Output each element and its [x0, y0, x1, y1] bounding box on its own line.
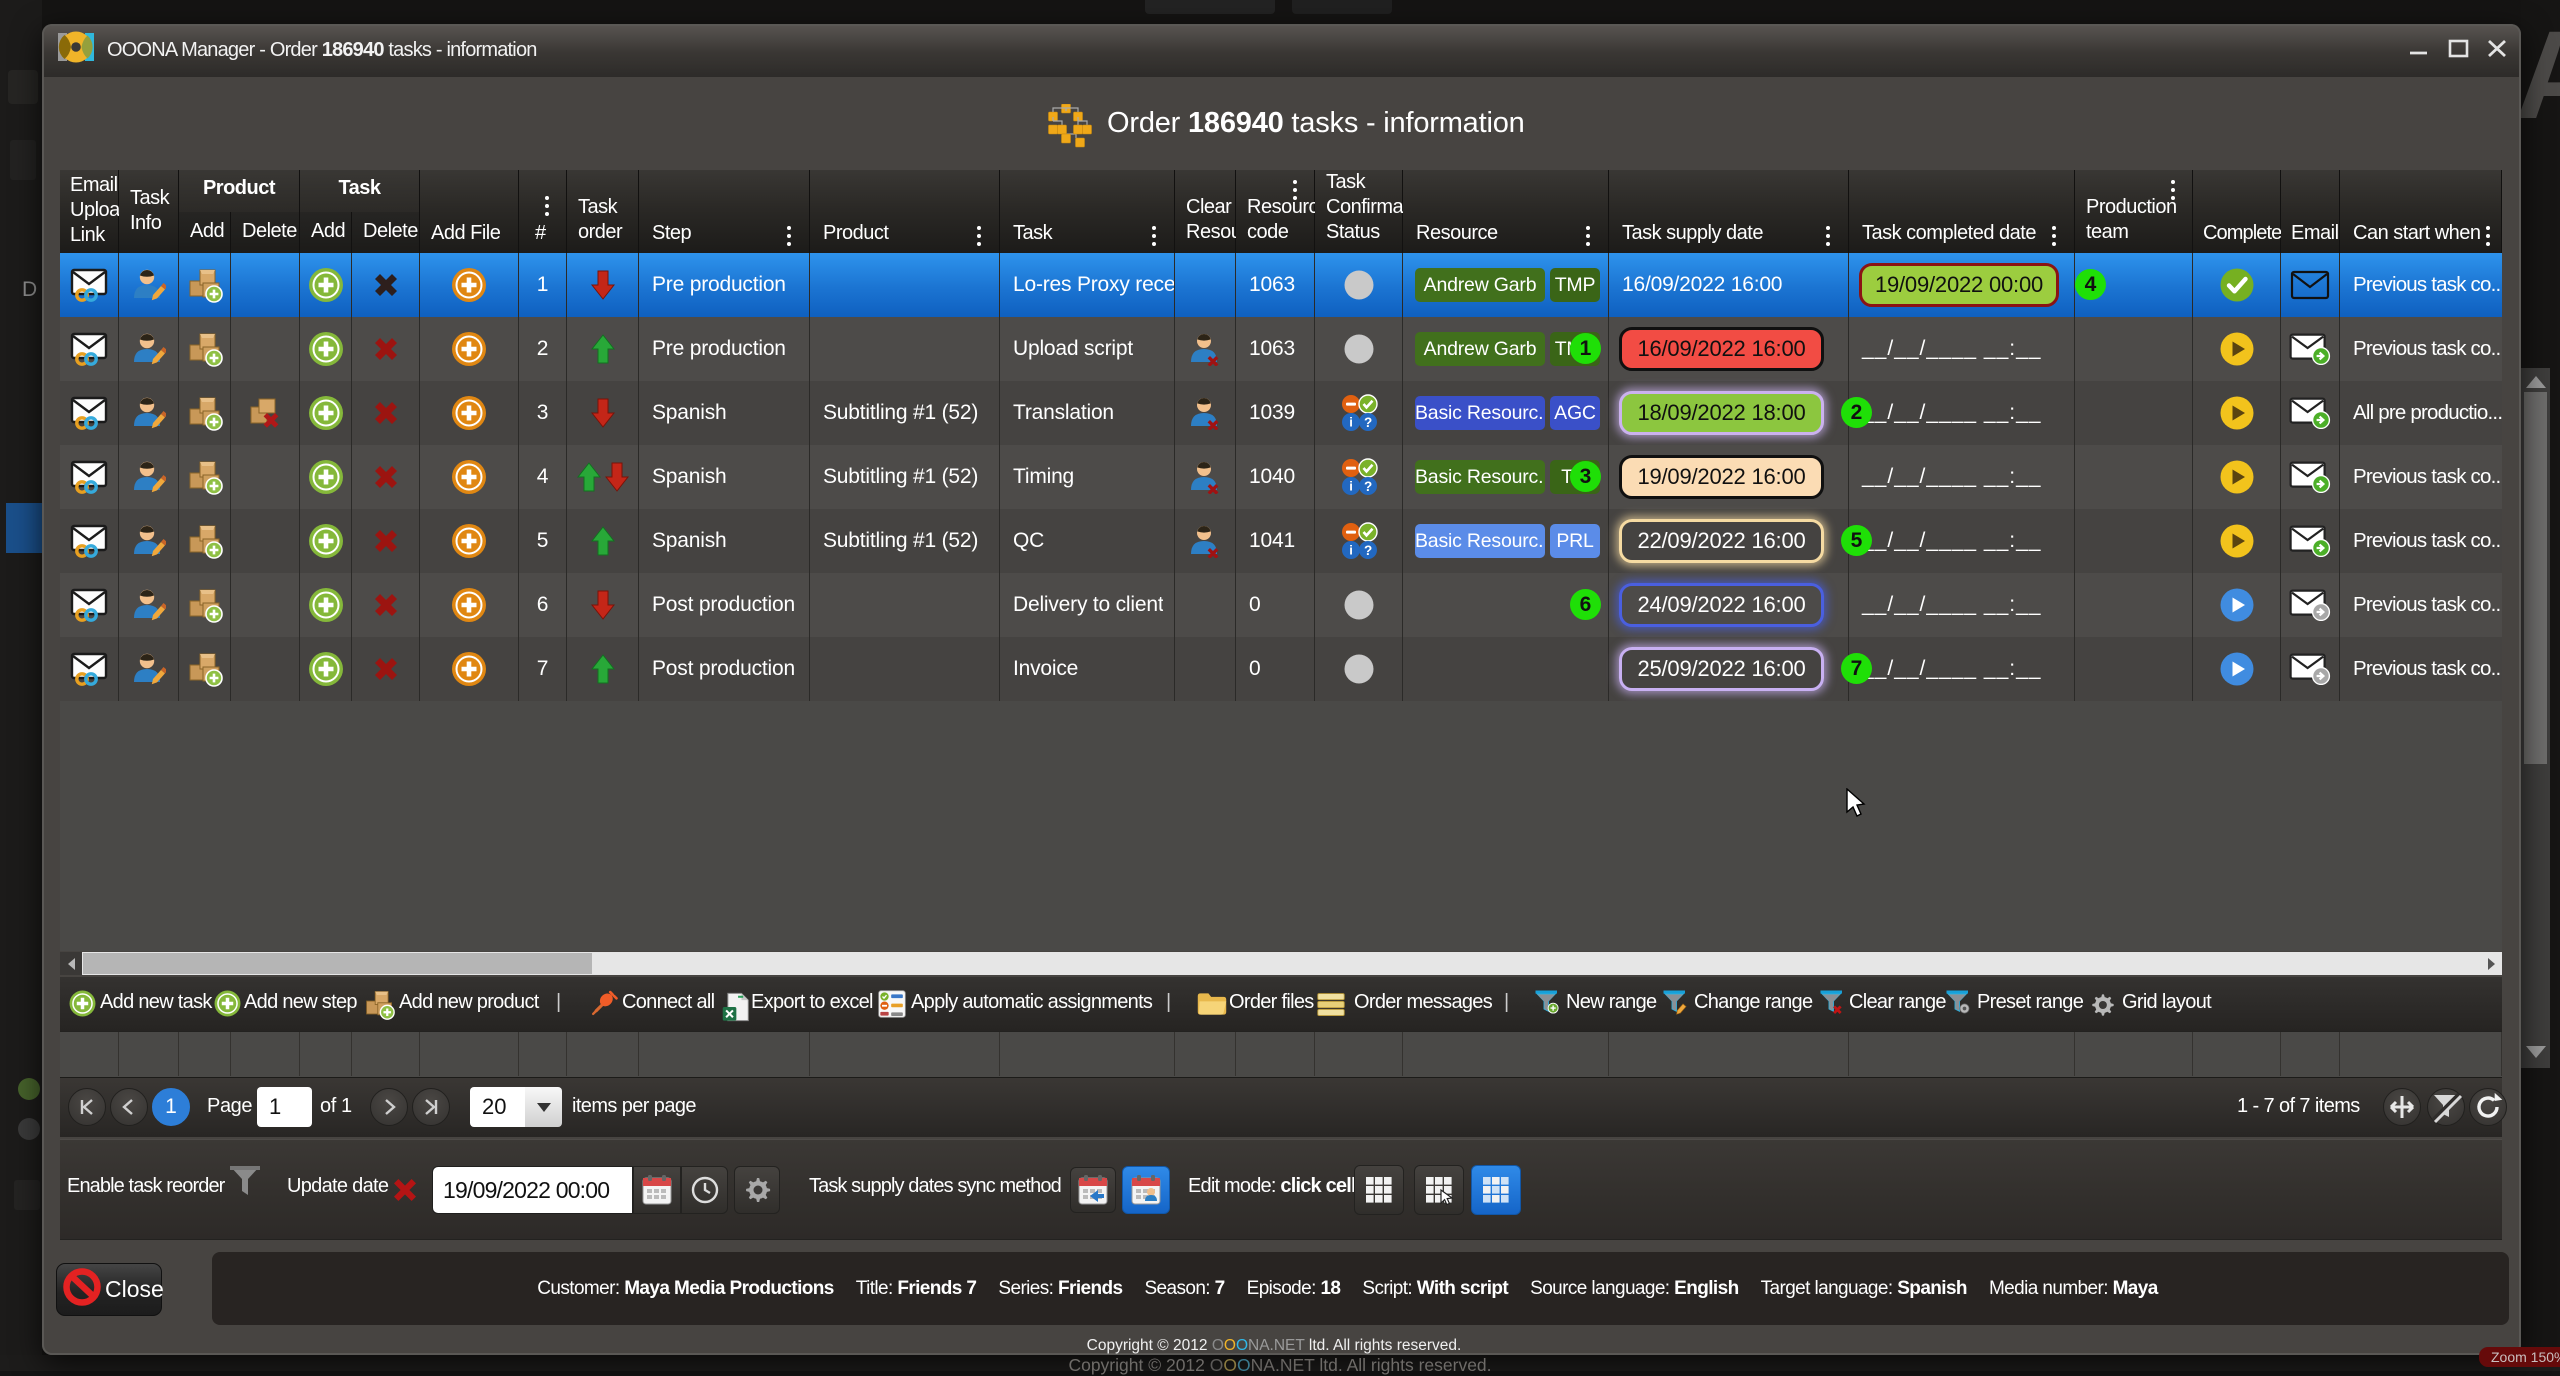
svg-text:?: ? [1363, 479, 1371, 494]
svg-text:?: ? [1363, 415, 1371, 430]
svg-text:?: ? [1363, 543, 1371, 558]
svg-text:i: i [1349, 542, 1352, 557]
svg-text:i: i [1349, 414, 1352, 429]
svg-text:i: i [1349, 478, 1352, 493]
